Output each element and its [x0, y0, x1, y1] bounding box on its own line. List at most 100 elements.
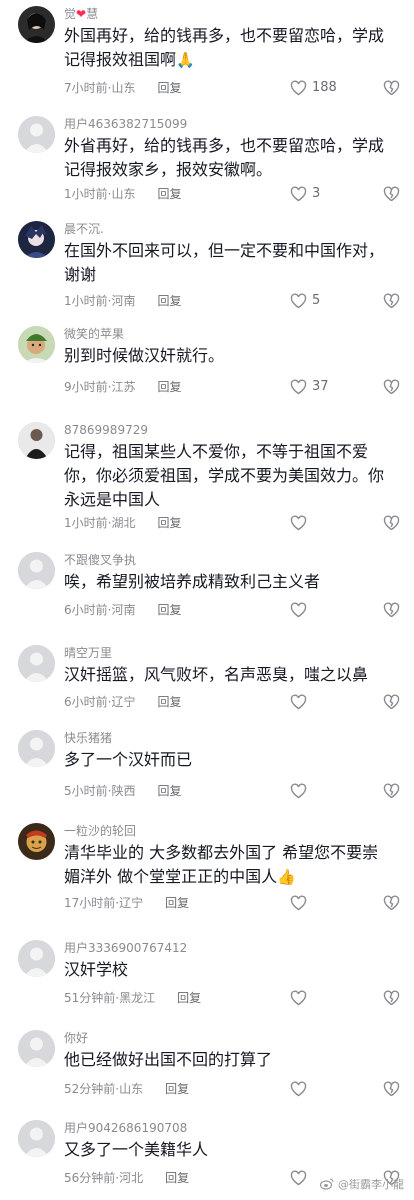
- comment-time: 52分钟前: [64, 1082, 116, 1096]
- commenter-name[interactable]: 快乐猪猪: [64, 730, 394, 746]
- comment-time: 1小时前: [64, 187, 108, 201]
- reply-button[interactable]: 回复: [157, 603, 181, 617]
- commenter-name[interactable]: 用户9042686190708: [64, 1120, 394, 1136]
- like-button[interactable]: 188: [290, 80, 338, 96]
- avatar[interactable]: [18, 552, 55, 589]
- heart-outline-icon: [290, 990, 307, 1006]
- avatar[interactable]: [18, 940, 55, 977]
- commenter-name[interactable]: 晴空万里: [64, 645, 394, 661]
- like-button[interactable]: [290, 895, 338, 911]
- dislike-button[interactable]: [383, 990, 400, 1006]
- dislike-button[interactable]: [383, 783, 400, 799]
- comment-text-content: 多了一个汉奸而已: [64, 750, 193, 769]
- like-button[interactable]: 3: [290, 186, 338, 202]
- dislike-button[interactable]: [383, 602, 400, 618]
- like-button[interactable]: 37: [290, 379, 338, 395]
- reply-button[interactable]: 回复: [157, 516, 181, 530]
- comment-location: 陕西: [111, 784, 136, 798]
- commenter-name[interactable]: 你好: [64, 1030, 394, 1046]
- like-count: 188: [312, 80, 337, 95]
- reply-button[interactable]: 回复: [177, 991, 201, 1005]
- commenter-name[interactable]: 用户3336900767412: [64, 940, 394, 956]
- dislike-button[interactable]: [383, 515, 400, 531]
- heart-outline-icon: [290, 602, 307, 618]
- commenter-name[interactable]: 觉❤慧: [64, 6, 394, 22]
- avatar[interactable]: [18, 1120, 55, 1157]
- commenter-name[interactable]: 一粒沙的轮回: [64, 823, 394, 839]
- heart-outline-icon: [290, 1170, 307, 1186]
- comment-text-content: 汉奸摇篮，风气败坏，名声恶臭，嗤之以鼻: [64, 665, 369, 684]
- reply-button[interactable]: 回复: [157, 380, 181, 394]
- avatar[interactable]: [18, 422, 55, 459]
- commenter-name-text: 觉: [64, 7, 77, 21]
- like-button[interactable]: [290, 515, 338, 531]
- broken-heart-icon: [383, 80, 400, 96]
- comment-text-content: 汉奸学校: [64, 960, 129, 979]
- dislike-button[interactable]: [383, 293, 400, 309]
- comment-meta: 1小时前·湖北 回复: [64, 515, 182, 531]
- comment-location: 山东: [111, 187, 136, 201]
- comment-time: 56分钟前: [64, 1171, 116, 1185]
- avatar[interactable]: [18, 730, 55, 767]
- broken-heart-icon: [383, 694, 400, 710]
- comment-meta: 51分钟前·黑龙江 回复: [64, 990, 201, 1006]
- comment-meta: 1小时前·河南 回复: [64, 293, 182, 309]
- comment-meta: 52分钟前·山东 回复: [64, 1081, 189, 1097]
- like-button[interactable]: [290, 602, 338, 618]
- commenter-name-text: 晨不沉.: [64, 222, 104, 236]
- reply-button[interactable]: 回复: [157, 784, 181, 798]
- like-button[interactable]: [290, 1081, 338, 1097]
- reply-button[interactable]: 回复: [157, 695, 181, 709]
- like-button[interactable]: [290, 990, 338, 1006]
- commenter-name[interactable]: 不跟傻叉争执: [64, 552, 394, 568]
- avatar[interactable]: [18, 823, 55, 860]
- broken-heart-icon: [383, 186, 400, 202]
- comment-location: 江苏: [111, 380, 136, 394]
- dislike-button[interactable]: [383, 186, 400, 202]
- like-button[interactable]: 5: [290, 293, 338, 309]
- commenter-name[interactable]: 微笑的苹果: [64, 326, 394, 342]
- avatar[interactable]: [18, 116, 55, 153]
- comment-text: 他已经做好出国不回的打算了: [64, 1048, 394, 1072]
- comment-body: 晴空万里汉奸摇篮，风气败坏，名声恶臭，嗤之以鼻: [64, 645, 394, 687]
- reply-button[interactable]: 回复: [157, 81, 181, 95]
- dislike-button[interactable]: [383, 1081, 400, 1097]
- commenter-name[interactable]: 用户4636382715099: [64, 116, 394, 132]
- broken-heart-icon: [383, 293, 400, 309]
- commenter-name-text: 用户3336900767412: [64, 941, 188, 955]
- avatar[interactable]: [18, 326, 55, 363]
- comment-text-content: 外省再好，给的钱再多，也不要留恋哈，学成记得报效家乡，报效安徽啊。: [64, 136, 385, 179]
- avatar[interactable]: [18, 1030, 55, 1067]
- reply-button[interactable]: 回复: [165, 1171, 189, 1185]
- comment-location: 辽宁: [111, 695, 136, 709]
- avatar[interactable]: [18, 221, 55, 258]
- avatar[interactable]: [18, 645, 55, 682]
- comment-time: 17小时前: [64, 896, 116, 910]
- broken-heart-icon: [383, 379, 400, 395]
- like-button[interactable]: [290, 783, 338, 799]
- commenter-name[interactable]: 晨不沉.: [64, 221, 394, 237]
- comment-text-content: 唉，希望别被培养成精致利己主义者: [64, 572, 321, 591]
- commenter-name-text: 微笑的苹果: [64, 327, 125, 341]
- comment-meta: 6小时前·河南 回复: [64, 602, 182, 618]
- comment-meta: 17小时前·辽宁 回复: [64, 895, 189, 911]
- reply-button[interactable]: 回复: [165, 896, 189, 910]
- like-button[interactable]: [290, 694, 338, 710]
- comment-text: 别到时候做汉奸就行。: [64, 344, 394, 368]
- broken-heart-icon: [383, 602, 400, 618]
- dislike-button[interactable]: [383, 694, 400, 710]
- watermark-text: @街霸李小龍: [338, 1178, 404, 1191]
- dislike-button[interactable]: [383, 895, 400, 911]
- heart-outline-icon: [290, 379, 307, 395]
- dislike-button[interactable]: [383, 379, 400, 395]
- heart-outline-icon: [290, 186, 307, 202]
- heart-outline-icon: [290, 1081, 307, 1097]
- comment-text: 外国再好，给的钱再多，也不要留恋哈，学成记得报效祖国啊🙏: [64, 24, 394, 72]
- dislike-button[interactable]: [383, 80, 400, 96]
- reply-button[interactable]: 回复: [165, 1082, 189, 1096]
- commenter-name[interactable]: 87869989729: [64, 422, 394, 438]
- reply-button[interactable]: 回复: [157, 294, 181, 308]
- avatar[interactable]: [18, 6, 55, 43]
- heart-outline-icon: [290, 783, 307, 799]
- reply-button[interactable]: 回复: [157, 187, 181, 201]
